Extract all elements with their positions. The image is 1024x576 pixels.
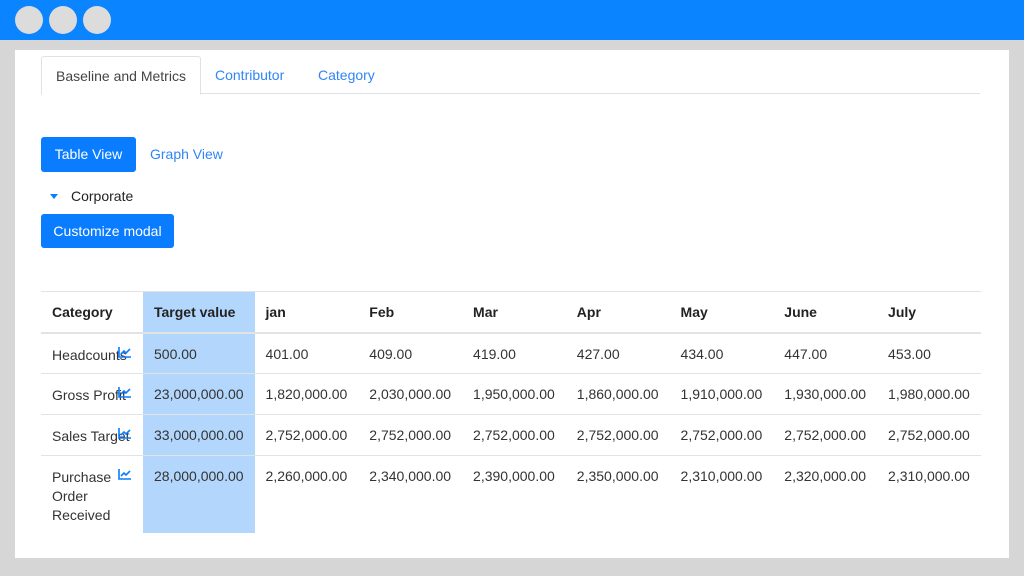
line-chart-icon[interactable] (118, 386, 132, 398)
corporate-group-toggle[interactable]: Corporate (47, 187, 133, 205)
group-label: Corporate (71, 188, 134, 204)
target-value-cell: 23,000,000.00 (143, 373, 255, 415)
month-value-cell: 1,820,000.00 (254, 373, 359, 415)
month-value-cell: 1,930,000.00 (773, 373, 878, 415)
customize-modal-button[interactable]: Customize modal (41, 214, 174, 248)
month-value-cell: 2,310,000.00 (680, 468, 763, 484)
category-cell: Sales Target (41, 414, 143, 456)
tab-category[interactable]: Category (318, 56, 375, 94)
month-value-cell: 2,752,000.00 (565, 414, 670, 456)
table-row: Headcounts 500.00 401.00 409.00 419.00 4… (41, 332, 981, 374)
window-titlebar (0, 0, 1024, 40)
tab-contributor[interactable]: Contributor (215, 56, 284, 94)
column-header: July (877, 291, 981, 334)
line-chart-icon[interactable] (118, 468, 132, 480)
month-value-cell: 434.00 (669, 332, 774, 374)
column-header: Apr (565, 291, 670, 334)
month-value-cell: 2,752,000.00 (773, 414, 878, 456)
caret-down-icon (50, 193, 58, 199)
table-row: Purchase Order Received 28,000,000.00 2,… (41, 455, 981, 533)
target-value-cell: 33,000,000.00 (143, 414, 255, 456)
month-value-cell: 2,752,000.00 (254, 414, 359, 456)
column-header: June (773, 291, 878, 334)
month-value-cell: 2,752,000.00 (462, 414, 566, 456)
line-chart-icon[interactable] (118, 346, 132, 358)
line-chart-icon[interactable] (118, 427, 132, 439)
column-header: Mar (462, 291, 566, 334)
month-value-cell: 2,350,000.00 (576, 468, 659, 484)
table-row: Sales Target 33,000,000.00 2,752,000.00 … (41, 414, 981, 456)
category-cell: Headcounts (41, 332, 143, 374)
month-value-cell: 1,950,000.00 (462, 373, 566, 415)
content-panel: Baseline and Metrics Contributor Categor… (15, 50, 1009, 558)
month-value-cell: 427.00 (565, 332, 670, 374)
metrics-table: Category Target value jan Feb Mar Apr Ma… (41, 291, 981, 533)
target-value-cell: 500.00 (143, 332, 255, 374)
window-control-dot[interactable] (49, 6, 77, 34)
month-value-cell: 447.00 (773, 332, 878, 374)
window-control-dot[interactable] (83, 6, 111, 34)
month-value-cell: 2,030,000.00 (358, 373, 463, 415)
month-value-cell: 2,320,000.00 (784, 468, 867, 484)
month-value-cell: 409.00 (358, 332, 463, 374)
target-value-cell: 28,000,000.00 (143, 455, 255, 533)
category-cell: Gross Profit (41, 373, 143, 415)
table-view-button[interactable]: Table View (41, 137, 136, 172)
month-value-cell: 2,752,000.00 (358, 414, 463, 456)
column-header: Feb (358, 291, 463, 334)
month-value-cell: 2,752,000.00 (669, 414, 774, 456)
month-value-cell: 2,752,000.00 (877, 414, 981, 456)
window-control-dot[interactable] (15, 6, 43, 34)
month-value-cell: 401.00 (254, 332, 359, 374)
column-header: Target value (143, 291, 255, 334)
table-header-row: Category Target value jan Feb Mar Apr Ma… (41, 291, 981, 334)
table-row: Gross Profit 23,000,000.00 1,820,000.00 … (41, 373, 981, 415)
category-cell: Purchase Order Received (41, 456, 143, 533)
column-header: May (669, 291, 774, 334)
month-value-cell: 453.00 (877, 332, 981, 374)
month-value-cell: 2,390,000.00 (473, 468, 555, 484)
month-value-cell: 2,260,000.00 (265, 468, 348, 484)
month-value-cell: 2,310,000.00 (888, 468, 970, 484)
column-header: jan (254, 291, 359, 334)
column-header: Category (41, 291, 143, 334)
month-value-cell: 1,980,000.00 (877, 373, 981, 415)
tab-baseline-and-metrics[interactable]: Baseline and Metrics (41, 56, 201, 95)
tab-bar: Baseline and Metrics Contributor Categor… (41, 56, 980, 95)
month-value-cell: 1,860,000.00 (565, 373, 670, 415)
month-value-cell: 1,910,000.00 (669, 373, 774, 415)
graph-view-link[interactable]: Graph View (150, 146, 223, 162)
month-value-cell: 419.00 (462, 332, 566, 374)
month-value-cell: 2,340,000.00 (369, 468, 452, 484)
